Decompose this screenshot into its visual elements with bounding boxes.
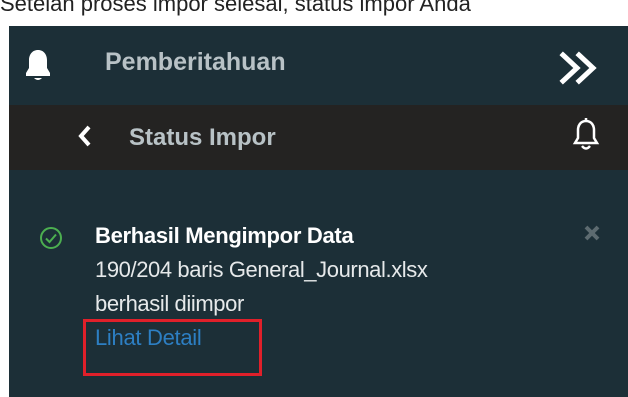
subheader-title: Status Impor (129, 124, 276, 151)
double-chevron-right-icon[interactable] (557, 51, 603, 85)
notification-panel: Pemberitahuan Status Impor Berhasil Meng… (9, 26, 628, 397)
bell-icon (26, 50, 50, 80)
notification-message: 190/204 baris General_Journal.xlsx (95, 257, 428, 282)
notification-title: Berhasil Mengimpor Data (95, 223, 354, 248)
view-detail-link[interactable]: Lihat Detail (95, 325, 202, 351)
notification-item: Berhasil Mengimpor Data 190/204 baris Ge… (9, 170, 628, 397)
caption-text: Setelah proses impor selesai, status imp… (0, 0, 471, 16)
check-circle-icon (40, 227, 62, 249)
panel-header: Pemberitahuan (9, 26, 628, 105)
panel-title: Pemberitahuan (105, 48, 286, 76)
notification-message-continued: berhasil diimpor (95, 291, 244, 316)
chevron-left-icon[interactable] (73, 121, 97, 151)
close-icon[interactable] (583, 224, 601, 242)
bell-outline-icon[interactable] (571, 117, 601, 153)
status-import-bar: Status Impor (9, 105, 628, 170)
